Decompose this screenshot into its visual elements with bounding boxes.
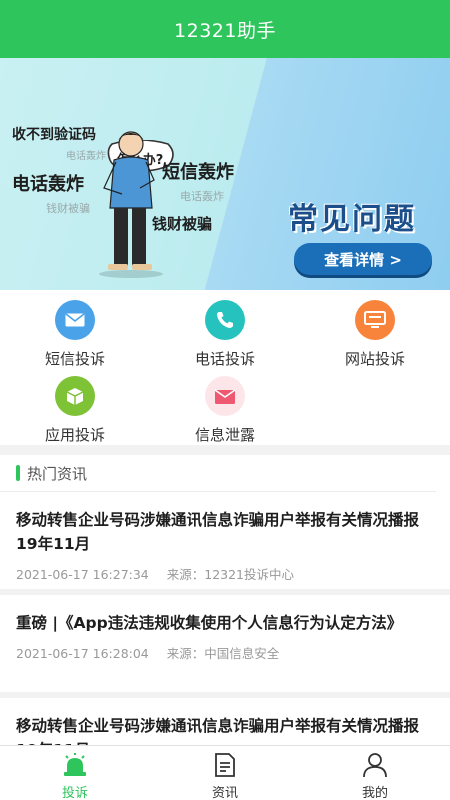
keyword-faint-3: 电话轰炸 — [180, 190, 224, 203]
tab-profile[interactable]: 我的 — [300, 750, 450, 800]
keyword-verification: 收不到验证码 — [12, 127, 96, 143]
news-article[interactable]: 重磅 |《App违法违规收集使用个人信息行为认定方法》 2021-06-17 1… — [0, 595, 450, 698]
news-section-header: 热门资讯 — [0, 455, 436, 492]
hot-news-section: 热门资讯 移动转售企业号码涉嫌通讯信息诈骗用户举报有关情况播报19年11月 20… — [0, 455, 450, 745]
article-source: 来源：中国信息安全 — [166, 646, 280, 661]
article-date: 2021-06-17 16:27:34 — [16, 567, 149, 582]
article-title: 移动转售企业号码涉嫌通讯信息诈骗用户举报有关情况播报19年11月 — [16, 511, 420, 553]
app-title: 12321助手 — [174, 19, 276, 42]
tab-complaint[interactable]: 投诉 — [0, 750, 150, 800]
app-complaint-label: 应用投诉 — [44, 426, 105, 444]
article-date: 2021-06-17 16:28:04 — [16, 646, 149, 661]
news-section-title: 热门资讯 — [27, 464, 88, 483]
tab-news[interactable]: 资讯 — [150, 750, 300, 800]
sms-complaint-label: 短信投诉 — [44, 350, 105, 368]
tab-complaint-label: 投诉 — [61, 786, 88, 800]
app-complaint-item[interactable]: 应用投诉 — [0, 376, 150, 445]
keyword-faint-2: 钱财被骗 — [46, 202, 90, 215]
keyword-sms-bomb: 短信轰炸 — [162, 162, 234, 183]
website-complaint-item[interactable]: 网站投诉 — [300, 300, 450, 369]
news-article[interactable]: 移动转售企业号码涉嫌通讯信息诈骗用户举报有关情况播报19年11月 — [0, 698, 450, 745]
phone-icon — [205, 300, 245, 340]
info-leak-item[interactable]: 信息泄露 — [150, 376, 300, 445]
website-complaint-label: 网站投诉 — [344, 350, 405, 368]
phone-complaint-label: 电话投诉 — [194, 350, 255, 368]
info-leak-label: 信息泄露 — [194, 426, 255, 444]
tab-news-label: 资讯 — [211, 786, 238, 800]
keyword-phone-bomb: 电话轰炸 — [12, 174, 84, 195]
article-title: 重磅 |《App违法违规收集使用个人信息行为认定方法》 — [16, 614, 403, 632]
tab-profile-label: 我的 — [361, 786, 388, 800]
article-source: 来源：12321投诉中心 — [166, 567, 295, 582]
phone-complaint-item[interactable]: 电话投诉 — [150, 300, 300, 369]
monitor-icon — [355, 300, 395, 340]
faq-title: 常见问题 — [288, 202, 416, 237]
bottom-tab-bar: 投诉 资讯 我的 — [0, 745, 450, 800]
article-title: 移动转售企业号码涉嫌通讯信息诈骗用户举报有关情况播报19年11月 — [16, 717, 420, 745]
user-icon — [300, 750, 450, 780]
person-illustration-icon — [99, 131, 163, 278]
complaint-grid: 短信投诉 电话投诉 网站投诉 应用投诉 信息泄露 — [0, 290, 450, 445]
article-meta: 2021-06-17 16:27:34 来源：12321投诉中心 — [16, 564, 434, 583]
article-meta: 2021-06-17 16:28:04 来源：中国信息安全 — [16, 643, 434, 662]
document-icon — [150, 750, 300, 780]
faq-banner[interactable]: 怎么办? 收不到验证码 电话轰炸 电话轰炸 钱财被骗 短信轰炸 电话轰炸 钱财被… — [0, 58, 450, 290]
box-icon — [55, 376, 95, 416]
envelope-icon — [55, 300, 95, 340]
sms-complaint-item[interactable]: 短信投诉 — [0, 300, 150, 369]
app-header: 12321助手 — [0, 0, 450, 58]
section-accent-bar — [16, 465, 20, 481]
news-article[interactable]: 移动转售企业号码涉嫌通讯信息诈骗用户举报有关情况播报19年11月 2021-06… — [0, 492, 450, 595]
mail-open-icon — [205, 376, 245, 416]
alarm-icon — [0, 750, 150, 780]
view-details-button[interactable]: 查看详情 > — [294, 243, 432, 275]
